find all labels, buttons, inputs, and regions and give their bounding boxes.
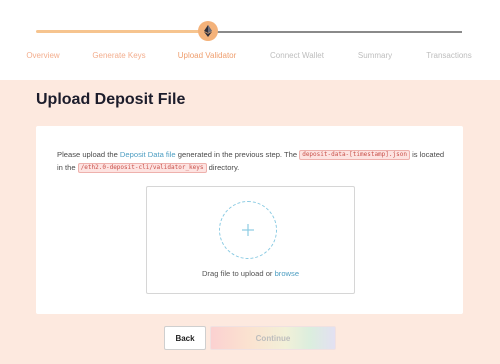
instructions-text-1: Please upload the xyxy=(57,150,120,159)
dropzone-hint: Drag file to upload or browse xyxy=(147,269,354,278)
back-button[interactable]: Back xyxy=(164,326,206,350)
instructions-text-2: generated in the previous step. The xyxy=(175,150,300,159)
step-upload-validator: Upload Validator xyxy=(177,51,237,60)
step-connect-wallet: Connect Wallet xyxy=(270,51,324,60)
dropzone-text: Drag file to upload or xyxy=(201,269,275,278)
progress-track-complete xyxy=(36,30,206,33)
upload-target[interactable] xyxy=(219,201,277,259)
deposit-data-link[interactable]: Deposit Data file xyxy=(120,150,176,159)
instructions-text-4: directory. xyxy=(206,163,240,172)
progress-header: Overview Generate Keys Upload Validator … xyxy=(0,0,500,80)
step-generate-keys: Generate Keys xyxy=(92,51,146,60)
plus-icon xyxy=(242,224,254,236)
upload-instructions: Please upload the Deposit Data file gene… xyxy=(57,148,447,174)
keys-directory-chip: /eth2.0-deposit-cli/validator_keys xyxy=(77,163,207,173)
deposit-file-chip: deposit-data-[timestamp].json xyxy=(299,150,410,160)
file-dropzone[interactable]: Drag file to upload or browse xyxy=(146,186,355,294)
progress-track-remaining xyxy=(216,31,462,33)
ethereum-icon xyxy=(198,21,218,41)
step-transactions: Transactions xyxy=(426,51,472,60)
step-overview: Overview xyxy=(26,51,60,60)
page-title: Upload Deposit File xyxy=(36,91,186,108)
browse-link[interactable]: browse xyxy=(275,269,299,278)
continue-button[interactable]: Continue xyxy=(210,326,336,350)
upload-card: Please upload the Deposit Data file gene… xyxy=(36,126,463,314)
step-summary: Summary xyxy=(357,51,393,60)
